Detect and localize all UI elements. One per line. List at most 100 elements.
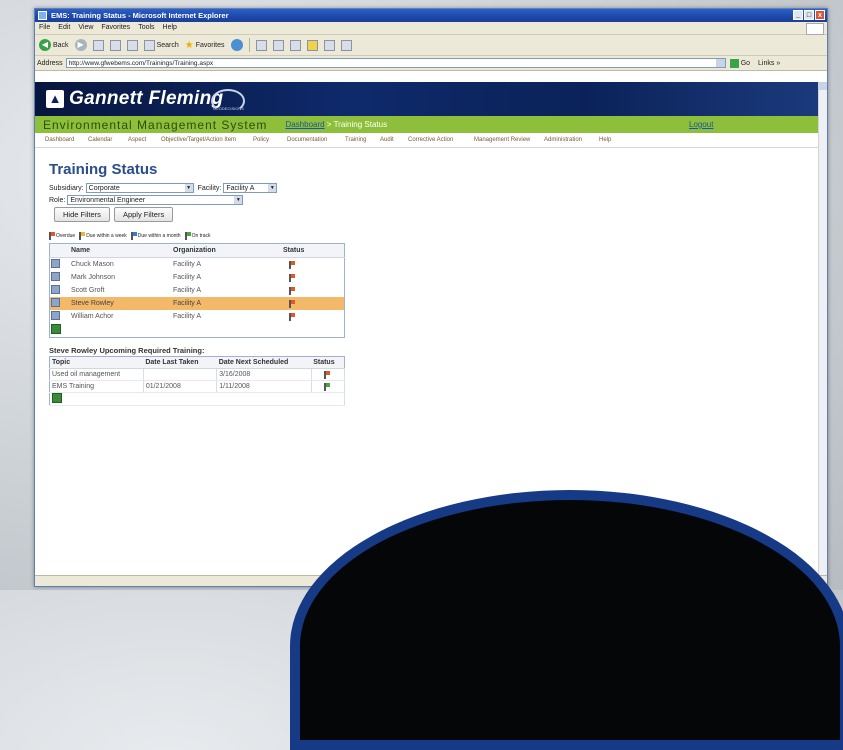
nav-management-review[interactable]: Management Review — [474, 137, 544, 143]
go-label: Go — [740, 59, 751, 67]
nav-objective[interactable]: Objective/Target/Action Item — [161, 137, 253, 143]
table-row-selected[interactable]: Steve Rowley Facility A — [49, 297, 345, 310]
edit-button[interactable] — [289, 39, 301, 51]
row-org: Facility A — [172, 297, 282, 310]
col-last-taken[interactable]: Date Last Taken — [143, 356, 217, 369]
favorites-label: Favorites — [195, 41, 225, 49]
row-org: Facility A — [173, 287, 202, 294]
breadcrumb-separator: > — [324, 120, 334, 129]
breadcrumb-current: Training Status — [333, 120, 388, 129]
address-dropdown-icon[interactable] — [715, 59, 725, 67]
site-banner: ▲ Gannett Fleming GEODECISIONS — [35, 82, 819, 116]
print-button[interactable] — [272, 39, 284, 51]
status-legend: Overdue Due within a week Due within a m… — [49, 232, 819, 240]
menu-help[interactable]: Help — [163, 22, 177, 34]
nav-help[interactable]: Help — [599, 137, 611, 143]
mail-button[interactable] — [255, 39, 267, 51]
menu-tools[interactable]: Tools — [138, 22, 154, 34]
table-row[interactable]: Mark Johnson Facility A — [50, 271, 345, 284]
hide-filters-button[interactable]: Hide Filters — [54, 207, 110, 222]
favorites-button[interactable]: ★ Favorites — [185, 40, 225, 51]
facility-select[interactable]: Facility A ▼ — [223, 183, 278, 193]
logout-link[interactable]: Logout — [689, 120, 713, 129]
nav-calendar[interactable]: Calendar — [88, 137, 128, 143]
role-label: Role: — [49, 196, 66, 204]
menu-edit[interactable]: Edit — [58, 22, 70, 34]
view-record-icon[interactable] — [51, 259, 60, 268]
table-row[interactable]: Chuck Mason Facility A — [50, 258, 345, 272]
vertical-scrollbar[interactable] — [818, 82, 827, 576]
maximize-button[interactable]: □ — [804, 10, 814, 20]
menu-view[interactable]: View — [78, 22, 93, 34]
back-arrow-icon: ◀ — [39, 39, 51, 51]
minimize-button[interactable]: _ — [793, 10, 803, 20]
research-button[interactable] — [323, 39, 335, 51]
subsidiary-value: Corporate — [88, 185, 120, 192]
toolbar-separator — [248, 38, 250, 52]
nav-documentation[interactable]: Documentation — [287, 137, 345, 143]
go-arrow-icon — [729, 58, 739, 68]
back-label: Back — [53, 41, 69, 49]
month-flag-icon — [130, 232, 137, 240]
col-organization[interactable]: Organization — [172, 243, 282, 258]
role-select[interactable]: Environmental Engineer ▼ — [67, 195, 244, 205]
close-button[interactable]: x — [815, 10, 825, 20]
links-button[interactable]: Links » — [758, 60, 780, 67]
folder-button[interactable] — [306, 39, 318, 51]
view-record-icon[interactable] — [51, 285, 60, 294]
subsidiary-label: Subsidiary: — [49, 184, 84, 192]
address-input[interactable]: http://www.gfwebems.com/Trainings/Traini… — [65, 58, 726, 68]
overdue-flag-icon — [289, 299, 295, 308]
history-button[interactable] — [230, 39, 243, 51]
main-nav: Dashboard Calendar Aspect Objective/Targ… — [35, 133, 819, 148]
col-next-scheduled[interactable]: Date Next Scheduled — [216, 356, 312, 369]
refresh-button[interactable] — [109, 39, 121, 51]
excel-export-icon[interactable] — [52, 393, 62, 403]
nav-training[interactable]: Training — [345, 137, 380, 143]
breadcrumb-dashboard[interactable]: Dashboard — [285, 120, 324, 129]
table-row[interactable]: William Achor Facility A — [50, 310, 345, 323]
go-button[interactable]: Go — [729, 58, 751, 68]
nav-administration[interactable]: Administration — [544, 137, 599, 143]
nav-dashboard[interactable]: Dashboard — [45, 137, 88, 143]
view-record-icon[interactable] — [51, 311, 60, 320]
row-next: 1/11/2008 — [216, 380, 312, 393]
menu-file[interactable]: File — [39, 22, 50, 34]
search-button[interactable]: Search — [143, 39, 179, 51]
row-org: Facility A — [173, 274, 202, 281]
back-button[interactable]: ◀ Back — [39, 39, 69, 51]
stop-button[interactable] — [92, 39, 104, 51]
view-record-icon[interactable] — [51, 298, 60, 307]
forward-button[interactable]: ▶ — [74, 39, 87, 51]
view-record-icon[interactable] — [51, 272, 60, 281]
geodecisions-label: GEODECISIONS — [213, 106, 244, 111]
col-status[interactable]: Status — [311, 356, 345, 369]
nav-aspect[interactable]: Aspect — [128, 137, 161, 143]
overdue-flag-icon — [289, 273, 295, 282]
table-row: Used oil management 3/16/2008 — [49, 368, 346, 381]
legend-week: Due within a week — [86, 233, 127, 239]
breadcrumb: Dashboard > Training Status — [285, 120, 387, 129]
overdue-flag-icon — [323, 370, 330, 379]
col-status[interactable]: Status — [282, 243, 345, 258]
excel-export-icon[interactable] — [51, 324, 61, 334]
menu-favorites[interactable]: Favorites — [101, 22, 130, 34]
nav-policy[interactable]: Policy — [253, 137, 287, 143]
subsidiary-select[interactable]: Corporate ▼ — [85, 183, 194, 193]
nav-audit[interactable]: Audit — [380, 137, 408, 143]
home-button[interactable] — [126, 39, 138, 51]
col-topic[interactable]: Topic — [49, 356, 144, 369]
nav-corrective-action[interactable]: Corrective Action — [408, 137, 474, 143]
ie-icon — [38, 11, 47, 20]
table-row[interactable]: Scott Groft Facility A — [50, 284, 345, 297]
overdue-flag-icon — [289, 286, 295, 295]
row-name: William Achor — [71, 313, 114, 320]
apply-filters-button[interactable]: Apply Filters — [113, 207, 174, 222]
messenger-button[interactable] — [340, 39, 352, 51]
col-name[interactable]: Name — [70, 243, 172, 258]
web-page: ▲ Gannett Fleming GEODECISIONS Environme… — [35, 82, 819, 576]
row-last: 01/21/2008 — [143, 380, 218, 393]
scroll-up-icon[interactable] — [819, 82, 827, 90]
table-row: EMS Training 01/21/2008 1/11/2008 — [49, 380, 346, 393]
star-icon: ★ — [184, 39, 194, 51]
